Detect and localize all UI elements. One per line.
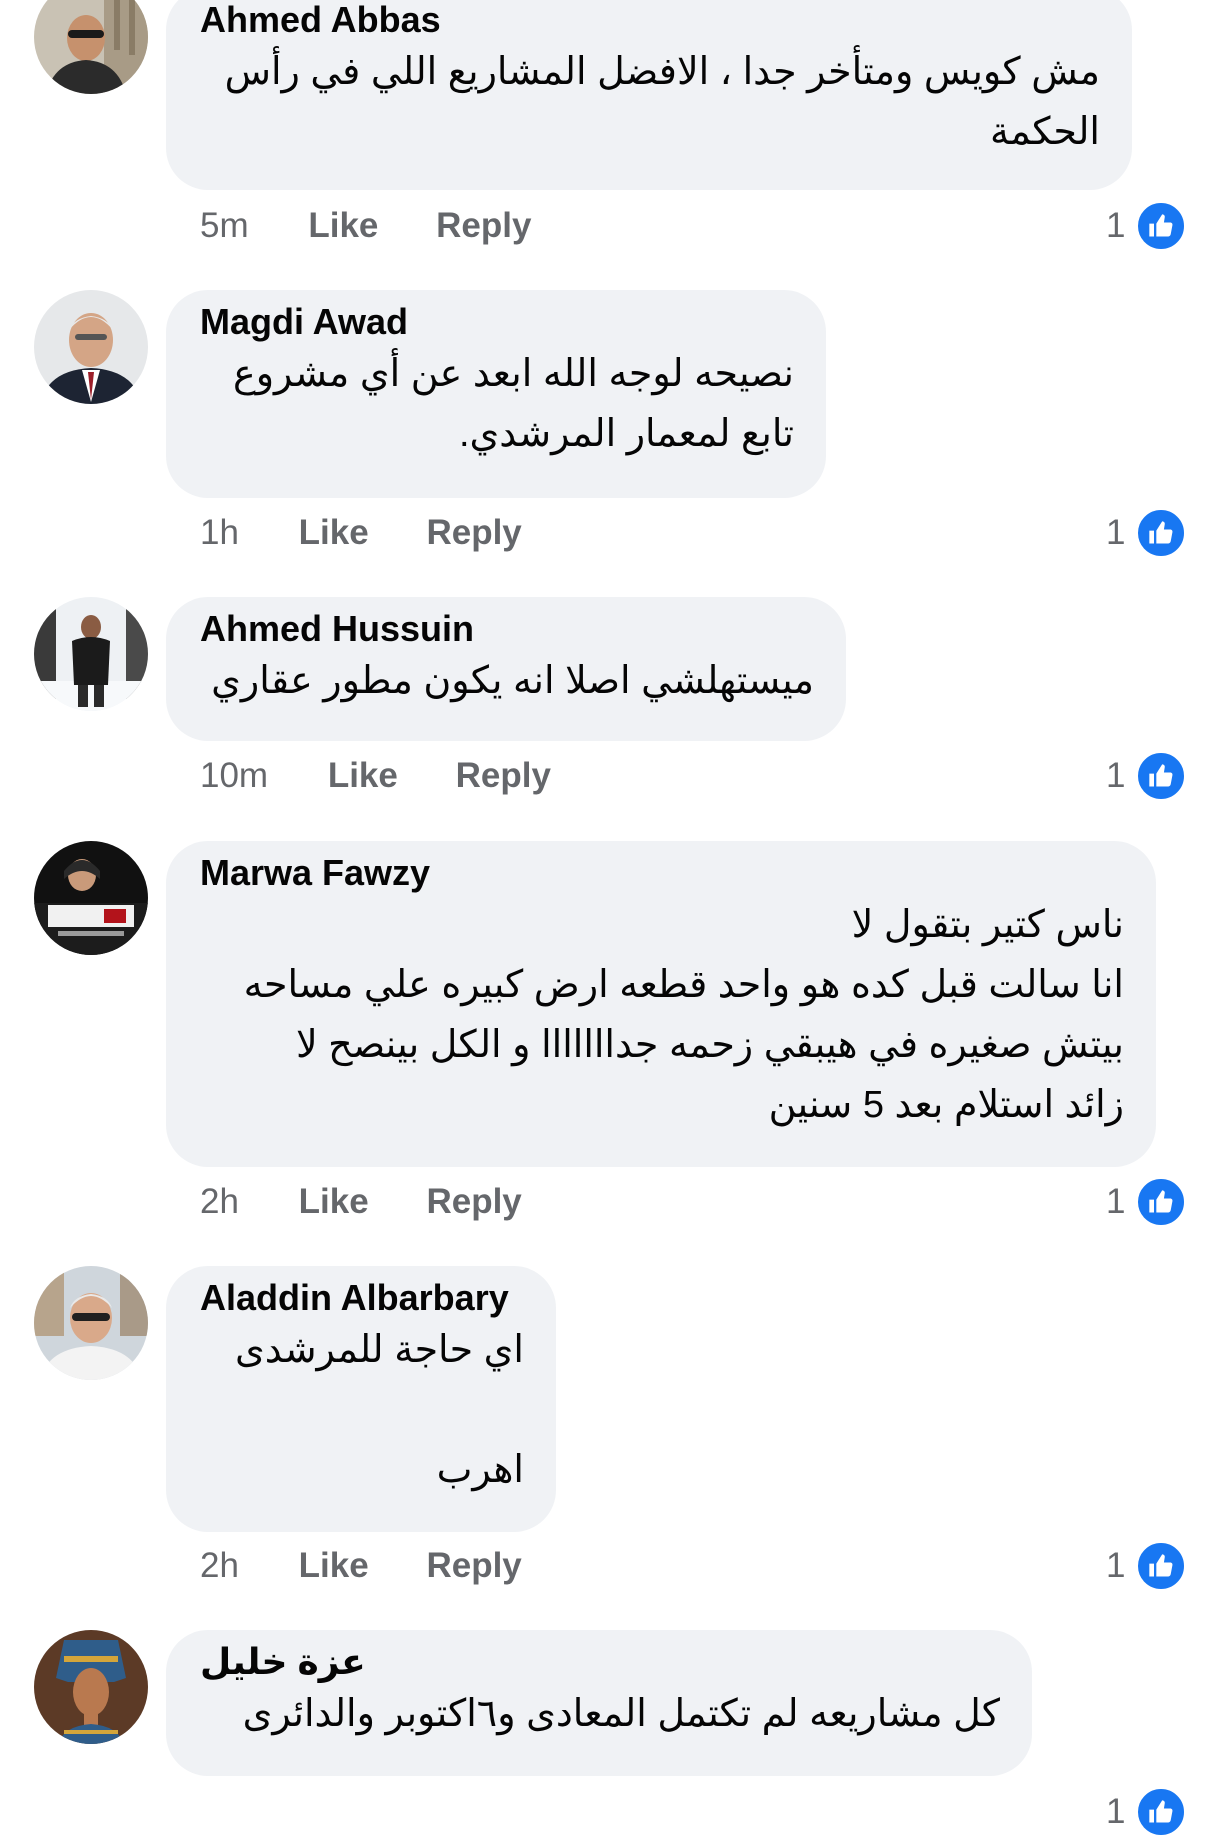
thumbs-up-icon [1135,750,1188,802]
comment-text-line: اي حاجة للمرشدى [235,1329,524,1371]
avatar[interactable] [34,1630,148,1744]
comment-text-line: مش كويس ومتأخر جدا ، الافضل المشاريع الل… [224,51,1100,93]
comment-text-line: كل مشاريعه لم تكتمل المعادى و٦اكتوبر وال… [242,1693,1000,1735]
comment-actions: 2h Like Reply [200,1178,522,1226]
comment-actions: 2h Like Reply [200,1542,522,1590]
avatar[interactable] [34,290,148,404]
reaction-count: 1 [1106,513,1126,552]
comment-author[interactable]: Aladdin Albarbary [200,1276,524,1320]
avatar-photo [34,1630,148,1744]
comment-bubble: Ahmed Hussuin ميستهلشي اصلا انه يكون مطو… [166,597,846,741]
like-button[interactable]: Like [308,202,378,250]
comment-timestamp[interactable]: 2h [200,1542,239,1590]
comment-text-line: ميستهلشي اصلا انه يكون مطور عقاري [211,660,814,702]
comment-actions: 1h Like Reply [200,509,522,557]
reaction-summary[interactable]: 1 [1106,1540,1188,1592]
reaction-summary[interactable]: 1 [1106,1786,1188,1838]
reply-button[interactable]: Reply [426,1542,521,1590]
comment-text-line: نصيحه لوجه الله ابعد عن أي مشروع [233,353,794,395]
reply-button[interactable]: Reply [436,202,531,250]
comment-timestamp[interactable]: 1h [200,509,239,557]
comment-author[interactable]: Ahmed Abbas [200,0,1100,42]
like-button[interactable]: Like [299,1542,369,1590]
reaction-summary[interactable]: 1 [1106,1176,1188,1228]
thumbs-up-icon [1135,1786,1188,1838]
avatar[interactable] [34,0,148,94]
like-button[interactable]: Like [328,752,398,800]
comment-bubble: Ahmed Abbas مش كويس ومتأخر جدا ، الافضل … [166,0,1132,190]
comment-text-line: ناس كتير بتقول لا [851,904,1124,946]
reply-button[interactable]: Reply [426,509,521,557]
like-button[interactable]: Like [299,1178,369,1226]
reply-button[interactable]: Reply [456,752,551,800]
thumbs-up-icon [1135,200,1188,252]
reaction-summary[interactable]: 1 [1106,200,1188,252]
comment-timestamp[interactable]: 10m [200,752,268,800]
thumbs-up-icon [1135,1176,1188,1228]
comment-bubble: عزة خليل كل مشاريعه لم تكتمل المعادى و٦ا… [166,1630,1032,1776]
thumbs-up-icon [1135,507,1188,559]
comment-text-line: انا سالت قبل كده هو واحد قطعه ارض كبيره … [243,964,1124,1006]
comment-timestamp[interactable]: 5m [200,202,249,250]
comment-bubble: Magdi Awad نصيحه لوجه الله ابعد عن أي مش… [166,290,826,498]
comment-text-line: تابع لمعمار المرشدي. [458,413,794,455]
avatar-photo [34,1266,148,1380]
comment-bubble: Aladdin Albarbary اي حاجة للمرشدى اهرب [166,1266,556,1532]
comment-author[interactable]: Magdi Awad [200,300,794,344]
reaction-summary[interactable]: 1 [1106,507,1188,559]
reaction-count: 1 [1106,1792,1126,1831]
avatar[interactable] [34,597,148,711]
thumbs-up-icon [1135,1540,1188,1592]
reaction-summary[interactable]: 1 [1106,750,1188,802]
reaction-count: 1 [1106,206,1126,245]
comment-author[interactable]: Ahmed Hussuin [200,607,814,651]
reaction-count: 1 [1106,1546,1126,1585]
avatar-photo [34,290,148,404]
comment-timestamp[interactable]: 2h [200,1178,239,1226]
comment-text-line: الحكمة [990,111,1100,153]
comment-actions: 5m Like Reply [200,202,531,250]
comment-author[interactable]: عزة خليل [200,1640,1000,1684]
avatar-photo [34,597,148,711]
reply-button[interactable]: Reply [426,1178,521,1226]
comment-text-line [200,1380,524,1440]
comment-author[interactable]: Marwa Fawzy [200,851,1124,895]
comment-bubble: Marwa Fawzy ناس كتير بتقول لا انا سالت ق… [166,841,1156,1167]
comment-text-line: اهرب [436,1449,524,1491]
avatar[interactable] [34,841,148,955]
avatar-photo [34,841,148,955]
avatar-photo [34,0,148,94]
comment-text-line: بيتش صغيره في هيبقي زحمه جدااااااا و الك… [295,1024,1124,1066]
reaction-count: 1 [1106,1182,1126,1221]
reaction-count: 1 [1106,756,1126,795]
comment-text-line: زائد استلام بعد 5 سنين [768,1084,1124,1126]
avatar[interactable] [34,1266,148,1380]
like-button[interactable]: Like [299,509,369,557]
comment-actions: 10m Like Reply [200,752,551,800]
